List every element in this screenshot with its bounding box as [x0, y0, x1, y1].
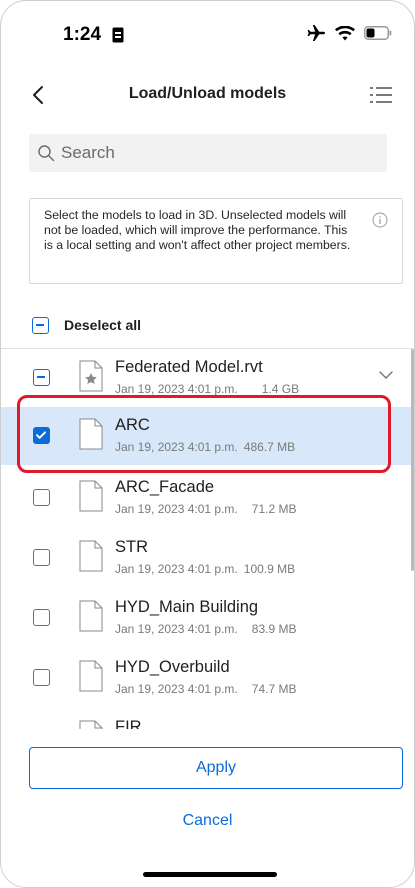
chevron-down-icon[interactable] — [376, 365, 396, 385]
status-time: 1:24 — [63, 24, 102, 45]
model-checkbox[interactable] — [33, 427, 50, 444]
star-file-icon — [79, 360, 103, 392]
model-name: HYD_Main Building — [115, 598, 259, 616]
model-checkbox[interactable] — [33, 549, 50, 566]
model-name: STR — [115, 538, 148, 556]
model-size: 486.7 MB — [243, 440, 296, 454]
list-item[interactable]: Federated Model.rvt Jan 19, 2023 4:01 p.… — [1, 349, 414, 407]
info-panel: Select the models to load in 3D. Unselec… — [29, 198, 403, 284]
model-date: Jan 19, 2023 4:01 p.m. — [115, 382, 238, 396]
file-icon — [79, 600, 103, 632]
file-icon — [79, 480, 103, 512]
page-title: Load/Unload models — [128, 85, 287, 102]
file-icon — [79, 540, 103, 572]
list-item[interactable]: STR Jan 19, 2023 4:01 p.m. 100.9 MB — [1, 529, 414, 587]
list-item[interactable]: HYD_Main Building Jan 19, 2023 4:01 p.m.… — [1, 589, 414, 647]
model-checkbox[interactable] — [33, 609, 50, 626]
model-size: 74.7 MB — [251, 682, 297, 696]
model-list: Federated Model.rvt Jan 19, 2023 4:01 p.… — [1, 349, 414, 729]
model-meta: Jan 19, 2023 4:01 p.m. 100.9 MB — [115, 562, 295, 576]
sim-card-icon — [112, 27, 124, 43]
model-date: Jan 19, 2023 4:01 p.m. — [115, 682, 238, 696]
model-date: Jan 19, 2023 4:01 p.m. — [115, 622, 238, 636]
list-scrollbar[interactable] — [411, 349, 414, 571]
deselect-all-row[interactable]: Deselect all — [1, 313, 414, 339]
model-name: FIR — [115, 718, 142, 729]
nav-bar: Load/Unload models — [1, 73, 414, 117]
model-checkbox[interactable] — [33, 489, 50, 506]
list-item[interactable]: ARC Jan 19, 2023 4:01 p.m. 486.7 MB — [1, 407, 414, 465]
model-checkbox[interactable] — [33, 369, 50, 386]
check-icon — [36, 431, 46, 439]
list-item[interactable]: FIR — [1, 709, 414, 729]
status-icons — [306, 24, 392, 42]
model-meta: Jan 19, 2023 4:01 p.m. 71.2 MB — [115, 502, 296, 516]
wifi-icon — [335, 25, 355, 40]
model-checkbox[interactable] — [33, 669, 50, 686]
model-meta: Jan 19, 2023 4:01 p.m. 486.7 MB — [115, 440, 295, 454]
apply-button[interactable]: Apply — [29, 747, 403, 789]
file-icon — [79, 418, 103, 450]
deselect-all-checkbox[interactable] — [32, 317, 49, 334]
model-meta: Jan 19, 2023 4:01 p.m. 1.4 GB — [115, 382, 299, 396]
list-icon[interactable] — [368, 82, 394, 108]
model-name: ARC — [115, 416, 150, 434]
search-bar[interactable] — [29, 134, 387, 172]
model-size: 100.9 MB — [243, 562, 296, 576]
model-name: ARC_Facade — [115, 478, 215, 496]
info-text: Select the models to load in 3D. Unselec… — [44, 208, 351, 252]
model-date: Jan 19, 2023 4:01 p.m. — [115, 562, 238, 576]
deselect-all-label: Deselect all — [64, 317, 142, 333]
model-name: HYD_Overbuild — [115, 658, 230, 676]
model-meta: Jan 19, 2023 4:01 p.m. 83.9 MB — [115, 622, 296, 636]
info-icon[interactable] — [372, 212, 388, 228]
list-item[interactable]: ARC_Facade Jan 19, 2023 4:01 p.m. 71.2 MB — [1, 469, 414, 527]
model-size: 1.4 GB — [261, 382, 300, 396]
model-name: Federated Model.rvt — [115, 358, 263, 376]
model-date: Jan 19, 2023 4:01 p.m. — [115, 440, 238, 454]
file-icon — [79, 660, 103, 692]
model-date: Jan 19, 2023 4:01 p.m. — [115, 502, 238, 516]
search-icon — [38, 145, 55, 162]
file-icon — [79, 720, 103, 729]
home-indicator — [143, 872, 277, 877]
phone-screen: 1:24 Load/Unload models Search Select th… — [0, 0, 415, 888]
status-bar: 1:24 — [1, 1, 414, 73]
action-area: Apply Cancel — [1, 729, 414, 887]
cancel-button[interactable]: Cancel — [1, 812, 414, 830]
model-size: 71.2 MB — [251, 502, 297, 516]
list-item[interactable]: HYD_Overbuild Jan 19, 2023 4:01 p.m. 74.7… — [1, 649, 414, 707]
battery-icon — [364, 26, 392, 40]
model-meta: Jan 19, 2023 4:01 p.m. 74.7 MB — [115, 682, 296, 696]
model-size: 83.9 MB — [251, 622, 297, 636]
search-input[interactable] — [61, 143, 361, 163]
airplane-icon — [307, 25, 325, 41]
